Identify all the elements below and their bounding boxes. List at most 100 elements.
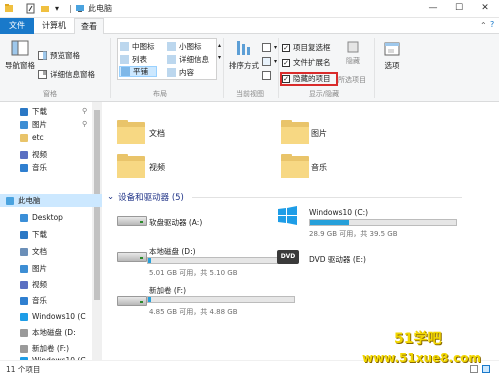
nav-item[interactable]: 音乐: [20, 161, 47, 174]
floppy-drive-icon[interactable]: [117, 212, 147, 228]
content-area: 文档 图片 视频 音乐 ⌄ 设备和驱动器 (5) 软盘驱动器 (A:) Wind…: [103, 102, 499, 360]
preview-pane-button[interactable]: 预览窗格: [38, 50, 80, 61]
folder-label[interactable]: 文档: [149, 128, 165, 139]
item-checkboxes-checkbox[interactable]: ✓: [282, 43, 290, 52]
tab-view[interactable]: 查看: [74, 18, 104, 35]
dvd-drive-icon[interactable]: DVD: [277, 250, 299, 264]
pin-icon[interactable]: ⚲: [82, 107, 87, 115]
options-button[interactable]: 选项: [380, 40, 404, 71]
layout-scroll-up-icon[interactable]: ▴: [218, 42, 221, 49]
file-extensions-toggle[interactable]: ✓ 文件扩展名: [282, 57, 331, 68]
nav-item[interactable]: 视频: [20, 278, 47, 291]
nav-item[interactable]: etc: [20, 131, 44, 144]
layout-list[interactable]: 列表: [120, 54, 147, 65]
ribbon-collapse-icon[interactable]: ⌃: [480, 21, 487, 30]
large-icons-view-icon[interactable]: [482, 365, 490, 373]
nav-item-label: 文档: [32, 247, 47, 256]
layout-small-icons-label: 小图标: [179, 42, 202, 51]
nav-pane-button[interactable]: 导航窗格: [4, 38, 36, 71]
sort-by-button[interactable]: 排序方式: [227, 38, 261, 71]
drive-d-icon[interactable]: [117, 248, 147, 264]
folder-label[interactable]: 音乐: [311, 162, 327, 173]
drive-f-usage-fill: [148, 297, 151, 302]
hide-selected-button[interactable]: 隐藏: [342, 40, 364, 66]
nav-item[interactable]: 文档: [20, 245, 47, 258]
group-by-button[interactable]: ▾: [262, 42, 277, 53]
layout-details[interactable]: 详细信息: [167, 54, 209, 65]
layout-small-icons[interactable]: 小图标: [167, 41, 202, 52]
drive-c-name[interactable]: Windows10 (C:): [309, 208, 368, 217]
tab-file[interactable]: 文件: [0, 18, 34, 34]
music-icon: [20, 296, 28, 305]
folder-label[interactable]: 图片: [311, 128, 327, 139]
folder-icon[interactable]: [117, 154, 145, 178]
tiles-icon: [121, 67, 130, 76]
folder-icon[interactable]: [117, 120, 145, 144]
devices-section-header[interactable]: ⌄ 设备和驱动器 (5): [107, 191, 462, 203]
size-columns-button[interactable]: [262, 70, 271, 81]
help-icon[interactable]: ?: [490, 20, 494, 29]
item-checkboxes-label: 项目复选框: [293, 43, 331, 52]
drive-f-size: 4.85 GB 可用，共 4.88 GB: [149, 308, 238, 316]
minimize-button[interactable]: —: [420, 0, 446, 17]
collapse-chevron-icon[interactable]: ⌄: [107, 192, 114, 202]
nav-item-label: Desktop: [32, 213, 63, 222]
drive-d-name[interactable]: 本地磁盘 (D:): [149, 246, 196, 257]
nav-item[interactable]: 图片: [20, 262, 47, 275]
nav-scrollbar[interactable]: [92, 102, 102, 360]
hide-selected-label: 隐藏: [346, 57, 360, 65]
sort-by-label: 排序方式: [229, 61, 259, 70]
layout-medium-icons[interactable]: 中图标: [120, 41, 155, 52]
drive-e-name[interactable]: DVD 驱动器 (E:): [309, 254, 366, 265]
folder-icon[interactable]: [281, 120, 309, 144]
nav-item-label: 下载: [32, 107, 47, 116]
layout-tiles[interactable]: 平铺: [119, 66, 157, 77]
drive-d-size: 5.01 GB 可用，共 5.10 GB: [149, 269, 238, 277]
options-label: 选项: [384, 61, 400, 70]
drive-f-name[interactable]: 新加卷 (F:): [149, 285, 186, 296]
ribbon-separator: [278, 38, 279, 98]
nav-item[interactable]: 图片: [20, 118, 47, 131]
tab-computer[interactable]: 计算机: [36, 18, 72, 34]
drive-icon: [20, 328, 28, 337]
nav-item[interactable]: 音乐: [20, 294, 47, 307]
close-button[interactable]: ✕: [472, 0, 498, 17]
drive-c-size: 28.9 GB 可用，共 39.5 GB: [309, 230, 398, 238]
drive-f-icon[interactable]: [117, 292, 147, 308]
computer-title-icon: [76, 5, 84, 12]
windows-drive-icon[interactable]: [277, 206, 299, 226]
windows-drive-icon: [20, 312, 28, 321]
desktop-icon: [20, 213, 28, 222]
size-columns-icon: [262, 71, 271, 80]
details-pane-button[interactable]: 详细信息窗格: [38, 69, 95, 80]
nav-item[interactable]: Windows10 (C: [20, 310, 86, 323]
drive-icon: [20, 344, 28, 353]
customize-toolbar-icon[interactable]: ▾: [55, 3, 65, 14]
file-extensions-label: 文件扩展名: [293, 58, 331, 67]
drive-a-name[interactable]: 软盘驱动器 (A:): [149, 217, 202, 228]
nav-item-label: 新加卷 (F:): [32, 344, 69, 353]
content-icon: [167, 68, 176, 77]
nav-item[interactable]: 视频: [20, 148, 47, 161]
maximize-button[interactable]: ☐: [446, 0, 472, 17]
item-checkboxes-toggle[interactable]: ✓ 项目复选框: [282, 42, 331, 53]
new-folder-icon[interactable]: [40, 3, 50, 14]
music-icon: [20, 163, 28, 172]
pin-icon[interactable]: ⚲: [82, 120, 87, 128]
layout-scroll-down-icon[interactable]: ▾: [218, 54, 221, 61]
nav-item[interactable]: 下载: [20, 105, 47, 118]
add-columns-button[interactable]: ▾: [262, 56, 277, 67]
folder-label[interactable]: 视频: [149, 162, 165, 173]
file-extensions-checkbox[interactable]: ✓: [282, 58, 290, 67]
nav-pane-label: 导航窗格: [5, 61, 35, 70]
documents-icon: [20, 247, 28, 256]
layout-content[interactable]: 内容: [167, 67, 194, 78]
nav-item[interactable]: Desktop: [20, 211, 63, 224]
details-view-icon[interactable]: [470, 365, 478, 373]
folder-icon[interactable]: [281, 154, 309, 178]
properties-icon[interactable]: [26, 3, 36, 14]
selected-items-label: 所选项目: [338, 75, 366, 84]
nav-item[interactable]: 下载: [20, 228, 47, 241]
nav-item[interactable]: 本地磁盘 (D:: [20, 326, 76, 339]
nav-item[interactable]: 此电脑: [0, 194, 102, 207]
